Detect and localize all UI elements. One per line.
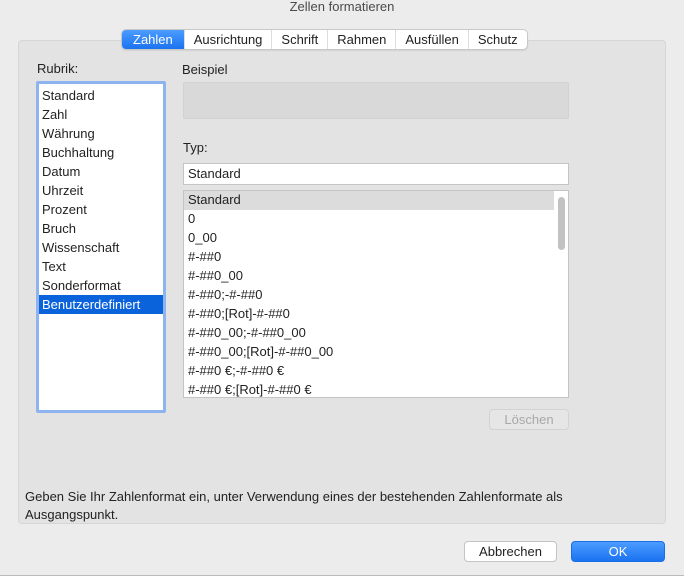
category-item[interactable]: Benutzerdefiniert	[39, 295, 163, 314]
dialog-title: Zellen formatieren	[289, 0, 395, 14]
category-item[interactable]: Zahl	[39, 105, 163, 124]
format-cells-dialog: Zellen formatieren Zahlen Ausrichtung Sc…	[0, 0, 684, 576]
category-item[interactable]: Datum	[39, 162, 163, 181]
category-item[interactable]: Prozent	[39, 200, 163, 219]
category-item[interactable]: Bruch	[39, 219, 163, 238]
sample-label: Beispiel	[182, 62, 228, 77]
type-input[interactable]: Standard	[183, 163, 569, 185]
delete-button[interactable]: Löschen	[489, 409, 569, 430]
format-list[interactable]: Standard 0 0_00 #-##0 #-##0_00 #-##0;-#-##0 #-…	[183, 190, 569, 398]
category-list[interactable]: Standard Zahl Währung Buchhaltung Datum Uhrze…	[36, 81, 166, 413]
format-item[interactable]: 0_00	[184, 229, 554, 248]
category-item[interactable]: Standard	[39, 86, 163, 105]
scrollbar[interactable]	[558, 197, 565, 250]
format-item[interactable]: 0	[184, 210, 554, 229]
format-item[interactable]: #-##0 €;-#-##0 €	[184, 362, 554, 381]
format-item[interactable]: #-##0 €;[Rot]-#-##0 €	[184, 381, 554, 400]
category-item[interactable]: Text	[39, 257, 163, 276]
category-item[interactable]: Uhrzeit	[39, 181, 163, 200]
tab-schutz[interactable]: Schutz	[467, 30, 527, 49]
format-item[interactable]: #-##0_00;[Rot]-#-##0_00	[184, 343, 554, 362]
tab-bar: Zahlen Ausrichtung Schrift Rahmen Ausfül…	[121, 29, 528, 50]
type-label: Typ:	[183, 140, 208, 155]
format-item[interactable]: #-##0_00	[184, 267, 554, 286]
tab-zahlen[interactable]: Zahlen	[122, 30, 184, 49]
format-item[interactable]: #-##0_00;-#-##0_00	[184, 324, 554, 343]
format-item[interactable]: #-##0	[184, 248, 554, 267]
help-text: Geben Sie Ihr Zahlenformat ein, unter Ve…	[25, 489, 563, 522]
category-item[interactable]: Sonderformat	[39, 276, 163, 295]
format-item[interactable]: Standard	[184, 191, 554, 210]
ok-button[interactable]: OK	[571, 541, 665, 562]
category-item[interactable]: Buchhaltung	[39, 143, 163, 162]
category-item[interactable]: Wissenschaft	[39, 238, 163, 257]
tab-ausfuellen[interactable]: Ausfüllen	[395, 30, 467, 49]
format-item[interactable]: #-##0;-#-##0	[184, 286, 554, 305]
sample-preview	[183, 82, 569, 119]
cancel-button[interactable]: Abbrechen	[464, 541, 557, 562]
format-item[interactable]: #-##0;[Rot]-#-##0	[184, 305, 554, 324]
category-item[interactable]: Währung	[39, 124, 163, 143]
rubrik-label: Rubrik:	[37, 61, 79, 76]
tab-rahmen[interactable]: Rahmen	[327, 30, 395, 49]
tab-ausrichtung[interactable]: Ausrichtung	[183, 30, 272, 49]
tab-schrift[interactable]: Schrift	[271, 30, 327, 49]
